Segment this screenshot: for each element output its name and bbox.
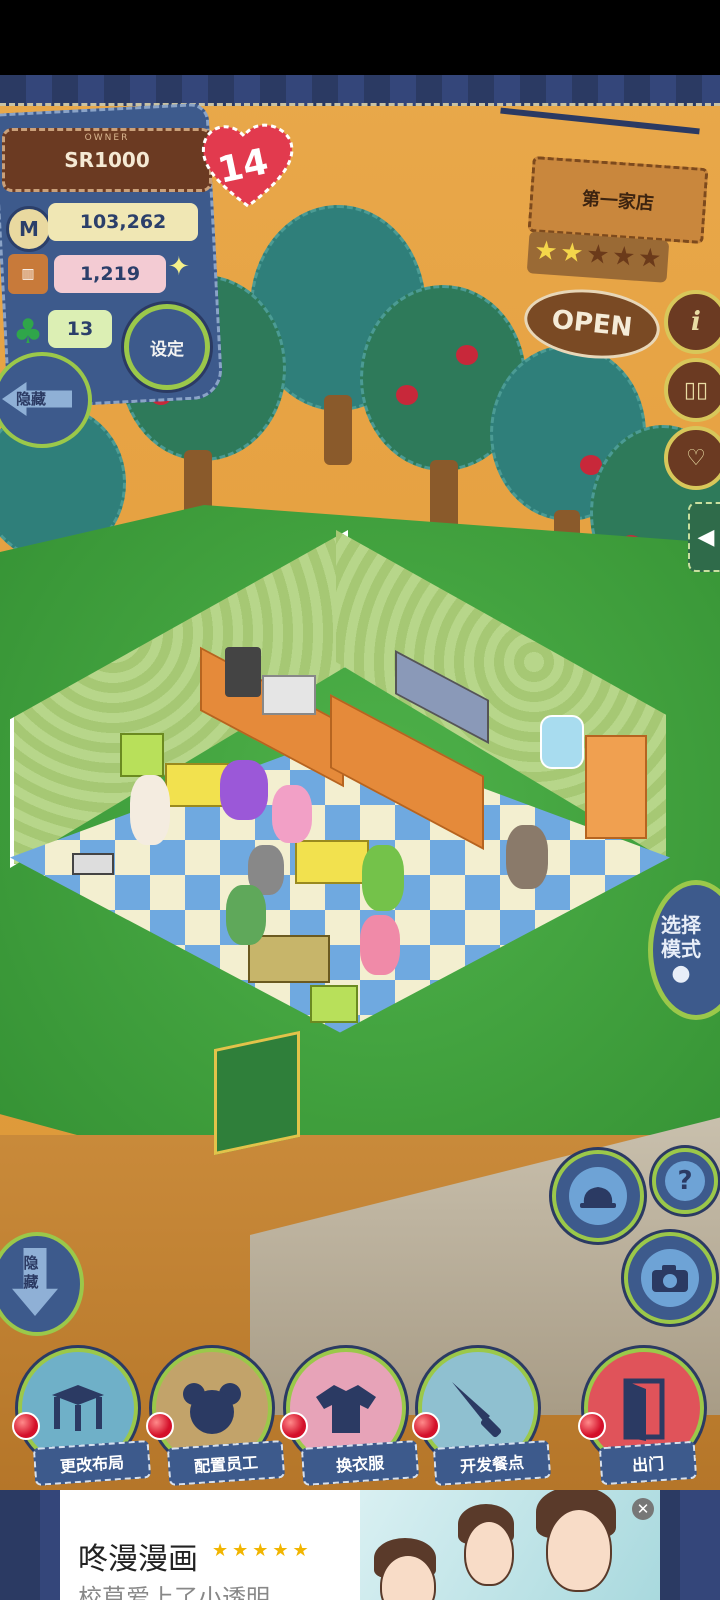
info-button[interactable]: i [664,290,720,354]
ad-title: 咚漫漫画 [78,1542,198,1577]
bear-customer[interactable] [360,915,400,975]
star-filled-icon: ★ [559,237,585,269]
water-dispenser [540,715,584,769]
table[interactable] [248,935,330,983]
ingredients-box-icon: ▥ [8,254,48,294]
pin-icon [578,1412,606,1440]
camera-button[interactable] [624,1232,716,1324]
change-layout-button[interactable]: 更改布局 [12,1348,152,1488]
top-border [0,75,720,106]
owner-plate: OWNER SR1000 [2,128,212,192]
shop-status: OPEN [550,304,634,344]
clover-value: 13 [48,310,112,348]
book-icon: ▯▯ [683,377,709,403]
close-icon[interactable]: ✕ [632,1498,654,1520]
mode-label-1: 选择 [661,912,701,937]
develop-menu-button[interactable]: 开发餐点 [412,1348,552,1488]
coffee-machine [225,647,261,697]
mode-label-2: 模式 [661,936,701,961]
pin-icon [146,1412,174,1440]
hide-top-label: 隐藏 [16,390,47,408]
star-empty-icon: ★ [636,242,663,275]
hat-button[interactable] [552,1150,644,1242]
bear-icon: ● [671,960,691,986]
chair[interactable] [120,733,164,777]
coin-icon: M [6,206,52,252]
bear-customer[interactable] [220,760,268,820]
triangle-left-icon: ◀ [697,524,715,550]
bear-staff[interactable] [130,775,170,845]
level-heart: 14 [196,118,300,212]
bear-staff[interactable] [506,825,548,889]
change-layout-label: 更改布局 [32,1440,152,1486]
cash-register [72,853,114,875]
develop-menu-label: 开发餐点 [432,1440,552,1486]
book-button[interactable]: ▯▯ [664,358,720,422]
menu-board [214,1030,300,1156]
shop-name: 第一家店 [581,188,655,215]
ad-banner[interactable]: 咚漫漫画 ★★★★★ 校草爱上了小透明… ✕ [60,1490,660,1600]
love-button[interactable]: ♡ [664,426,720,490]
staff-button[interactable]: 配置员工 [146,1348,286,1488]
expand-tab[interactable]: ◀ [688,502,720,572]
shop-name-sign[interactable]: 第一家店 [527,155,709,245]
microwave [262,675,316,715]
bear-customer[interactable] [226,885,266,945]
bear-customer[interactable] [272,785,312,843]
table[interactable] [295,840,369,884]
go-out-button[interactable]: 出门 [578,1348,704,1488]
pin-icon [412,1412,440,1440]
settings-button[interactable]: 设定 [124,304,210,390]
fridge [585,735,647,839]
clover-icon: ♣ [12,312,44,352]
star-filled-icon: ★ [533,235,559,268]
chair[interactable] [310,985,358,1023]
question-icon: ? [664,1160,706,1202]
heart-speech-icon: ♡ [686,445,706,471]
ad-subtitle: 校草爱上了小透明… [78,1584,294,1600]
ad-illustration [360,1490,660,1600]
change-clothes-label: 换衣服 [300,1440,420,1486]
sparkle-icon: ✦ [168,252,190,282]
money-value: 103,262 [48,203,198,241]
help-button[interactable]: ? [652,1148,718,1214]
change-clothes-button[interactable]: 换衣服 [280,1348,420,1488]
info-icon: i [691,307,701,337]
ingredients-value: 1,219 [54,255,166,293]
star-empty-icon: ★ [611,241,637,273]
star-empty-icon: ★ [585,239,611,271]
pin-icon [280,1412,308,1440]
ad-rating: ★★★★★ [212,1540,313,1561]
owner-name: SR1000 [64,148,150,172]
bear-customer[interactable] [362,845,404,911]
pin-icon [12,1412,40,1440]
settings-label: 设定 [150,339,184,360]
hide-bottom-label: 隐藏 [23,1254,39,1291]
staff-label: 配置员工 [166,1440,286,1486]
hat-icon [568,1166,628,1226]
go-out-label: 出门 [598,1440,698,1486]
camera-icon [640,1248,700,1308]
